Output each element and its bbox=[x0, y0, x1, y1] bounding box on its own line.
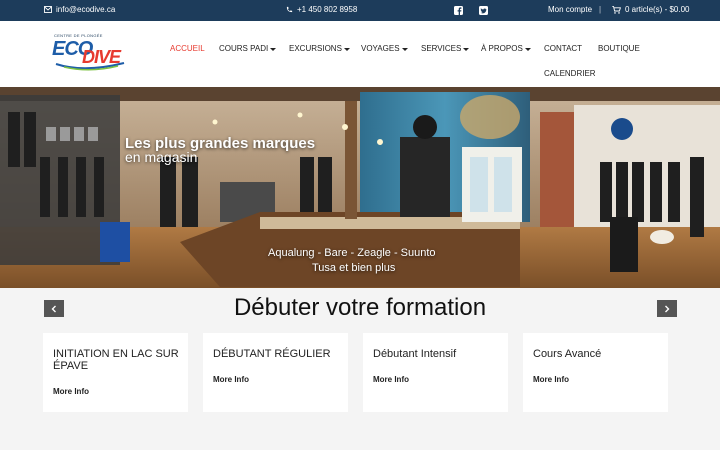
nav-label: CALENDRIER bbox=[544, 69, 596, 78]
nav-excursions[interactable]: EXCURSIONS bbox=[289, 44, 350, 53]
cart-icon bbox=[612, 5, 621, 14]
chevron-down-icon bbox=[463, 47, 470, 51]
nav-label: EXCURSIONS bbox=[289, 44, 342, 53]
nav-label: ACCUEIL bbox=[170, 44, 205, 53]
email-text: info@ecodive.ca bbox=[56, 5, 116, 14]
hero-brands-line2: Tusa et bien plus bbox=[312, 262, 396, 274]
more-info-link[interactable]: More Info bbox=[53, 387, 89, 396]
topbar-separator: | bbox=[599, 5, 602, 14]
nav-services[interactable]: SERVICES bbox=[421, 44, 470, 53]
nav-label: BOUTIQUE bbox=[598, 44, 640, 53]
nav-calendrier[interactable]: CALENDRIER bbox=[544, 69, 596, 78]
more-info-link[interactable]: More Info bbox=[213, 375, 249, 384]
course-card[interactable]: DÉBUTANT RÉGULIER More Info bbox=[203, 333, 348, 412]
course-card-title: Cours Avancé bbox=[533, 348, 602, 360]
nav-label: VOYAGES bbox=[361, 44, 400, 53]
chevron-down-icon bbox=[270, 47, 277, 51]
nav-a-propos[interactable]: À PROPOS bbox=[481, 44, 531, 53]
ecodive-logo[interactable]: CENTRE DE PLONGÉE ECO DIVE bbox=[52, 33, 128, 73]
envelope-icon bbox=[44, 6, 52, 13]
chevron-down-icon bbox=[524, 47, 531, 51]
hero-banner: Les plus grandes marques en magasin Aqua… bbox=[0, 87, 720, 288]
course-card-title: INITIATION EN LAC SUR ÉPAVE bbox=[53, 348, 179, 372]
course-card-title: DÉBUTANT RÉGULIER bbox=[213, 348, 331, 360]
carousel-next-button[interactable] bbox=[657, 300, 677, 317]
course-card[interactable]: Cours Avancé More Info bbox=[523, 333, 668, 412]
facebook-icon[interactable] bbox=[453, 5, 463, 15]
course-card[interactable]: INITIATION EN LAC SUR ÉPAVE More Info bbox=[43, 333, 188, 412]
more-info-link[interactable]: More Info bbox=[533, 375, 569, 384]
site-header: CENTRE DE PLONGÉE ECO DIVE ACCUEIL COURS… bbox=[0, 21, 720, 87]
nav-label: CONTACT bbox=[544, 44, 583, 53]
cart-link[interactable]: 0 article(s) - $0.00 bbox=[612, 5, 689, 14]
phone-link[interactable]: +1 450 802 8958 bbox=[286, 5, 357, 14]
phone-icon bbox=[286, 6, 293, 13]
hero-brands-line1: Aqualung - Bare - Zeagle - Suunto bbox=[268, 247, 436, 259]
chevron-right-icon bbox=[665, 305, 670, 312]
logo-swoosh bbox=[55, 62, 125, 71]
twitter-icon[interactable] bbox=[478, 5, 488, 15]
nav-cours-padi[interactable]: COURS PADI bbox=[219, 44, 277, 53]
top-bar: info@ecodive.ca +1 450 802 8958 Mon comp… bbox=[0, 0, 720, 21]
course-card[interactable]: Débutant Intensif More Info bbox=[363, 333, 508, 412]
nav-voyages[interactable]: VOYAGES bbox=[361, 44, 408, 53]
nav-accueil[interactable]: ACCUEIL bbox=[170, 44, 205, 53]
chevron-down-icon bbox=[401, 47, 408, 51]
nav-label: À PROPOS bbox=[481, 44, 523, 53]
email-link[interactable]: info@ecodive.ca bbox=[44, 5, 115, 14]
course-card-title: Débutant Intensif bbox=[373, 348, 457, 360]
account-link[interactable]: Mon compte bbox=[548, 5, 592, 14]
section-title: Débuter votre formation bbox=[233, 294, 487, 321]
nav-label: COURS PADI bbox=[219, 44, 269, 53]
hero-subheadline: en magasin bbox=[125, 149, 198, 165]
nav-boutique[interactable]: BOUTIQUE bbox=[598, 44, 640, 53]
chevron-down-icon bbox=[343, 47, 350, 51]
nav-contact[interactable]: CONTACT bbox=[544, 44, 582, 53]
cart-text: 0 article(s) - $0.00 bbox=[625, 5, 690, 14]
nav-label: SERVICES bbox=[421, 44, 462, 53]
more-info-link[interactable]: More Info bbox=[373, 375, 409, 384]
phone-text: +1 450 802 8958 bbox=[297, 5, 358, 14]
